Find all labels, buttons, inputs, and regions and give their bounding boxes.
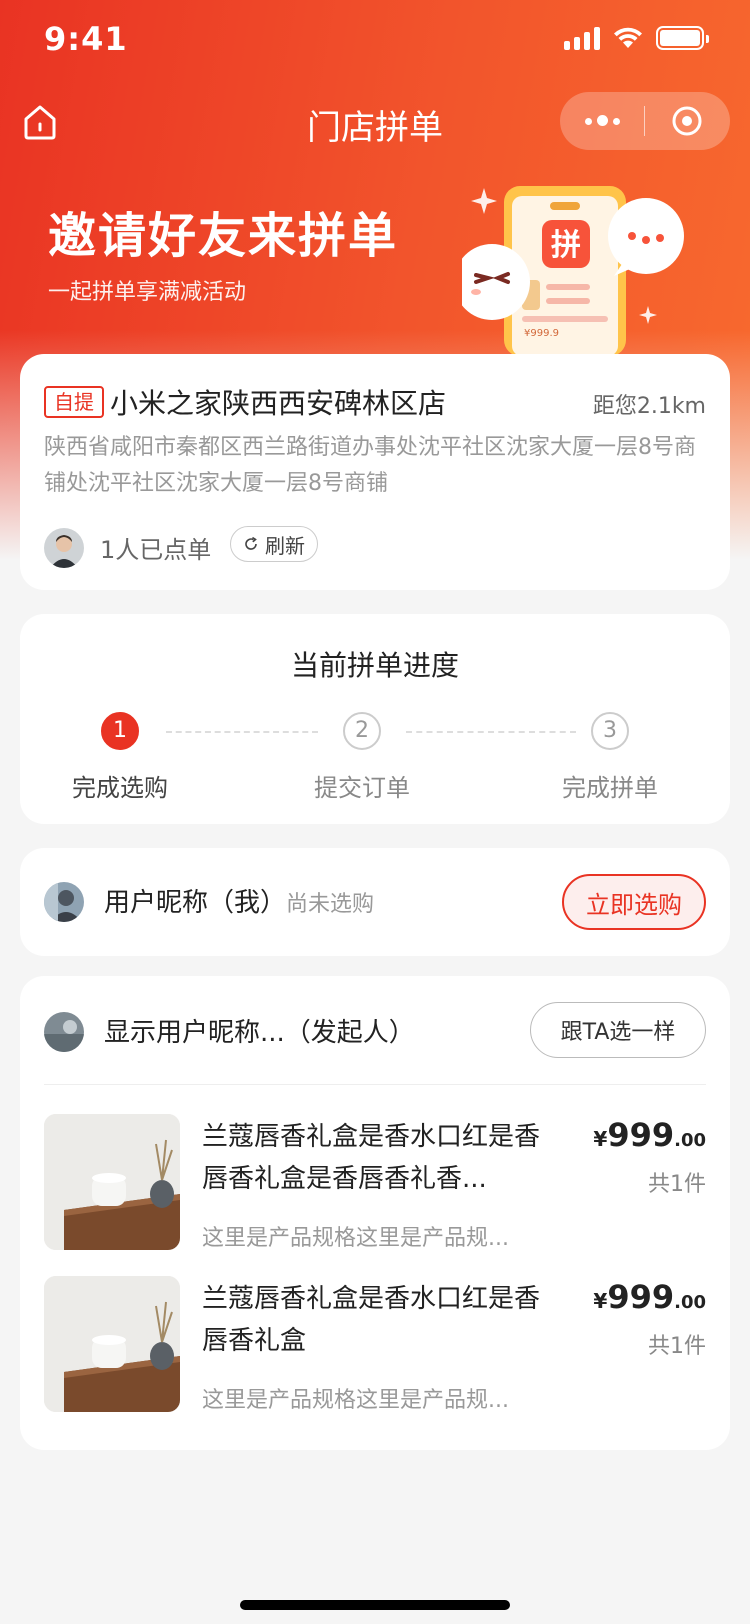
product-spec: 这里是产品规格这里是产品规... [202,1226,509,1251]
avatar [44,528,84,568]
illustration-badge: 拼 [551,228,581,263]
avatar [44,1012,84,1052]
price-integer: 999 [607,1278,675,1316]
product-price: ¥999.00 [593,1116,706,1154]
step-1: 1 完成选购 [20,712,220,803]
close-target-icon [672,106,702,136]
my-order-card: 用户昵称（我） 尚未选购 立即选购 [20,848,730,956]
battery-icon [656,26,709,50]
home-indicator [240,1600,510,1610]
banner-title: 邀请好友来拼单 [48,208,399,264]
illustration-price: ¥999.9 [524,328,559,339]
progress-title: 当前拼单进度 [290,649,459,682]
my-status: 尚未选购 [286,892,375,917]
follow-same-button[interactable]: 跟TA选一样 [530,1002,706,1058]
close-button[interactable] [645,104,729,138]
group-buy-illustration: 拼 ¥999.9 [462,186,684,356]
banner-subtitle: 一起拼单享满减活动 [48,280,247,305]
store-name: 小米之家陕西西安碑林区店 [110,387,447,420]
step-number: 1 [101,712,139,750]
mini-program-capsule [560,92,730,150]
price-symbol: ¥ [593,1127,608,1151]
status-icons [564,26,709,50]
step-label: 完成选购 [72,774,168,802]
progress-card: 当前拼单进度 1 完成选购 2 提交订单 3 完成拼单 [20,614,730,824]
product-image [44,1276,180,1412]
product-item[interactable]: 兰蔻唇香礼盒是香水口红是香唇香礼盒 这里是产品规格这里是产品规... ¥999.… [44,1276,706,1416]
step-label: 提交订单 [314,774,410,802]
more-button[interactable] [560,114,644,126]
price-decimal: .00 [674,1292,706,1313]
select-now-button[interactable]: 立即选购 [562,874,706,930]
status-time: 9:41 [44,20,128,58]
step-3: 3 完成拼单 [510,712,710,803]
step-number: 2 [343,712,381,750]
nav-bar: 门店拼单 [0,88,750,156]
store-card: 自提 小米之家陕西西安碑林区店 距您2.1km 陕西省咸阳市秦都区西兰路街道办事… [20,354,730,590]
price-decimal: .00 [674,1130,706,1151]
step-label: 完成拼单 [562,774,658,802]
refresh-button[interactable]: 刷新 [230,526,318,562]
signal-icon [564,26,600,50]
price-symbol: ¥ [593,1289,608,1313]
more-dots-icon [584,114,620,126]
product-image [44,1114,180,1250]
wifi-icon [614,27,642,48]
product-name: 兰蔻唇香礼盒是香水口红是香唇香礼盒 [202,1284,541,1356]
store-distance: 距您2.1km [592,394,706,419]
product-item[interactable]: 兰蔻唇香礼盒是香水口红是香唇香礼盒是香唇香礼香... 这里是产品规格这里是产品规… [44,1114,706,1254]
my-nickname: 用户昵称（我） [104,888,287,918]
refresh-label: 刷新 [265,533,305,558]
product-price: ¥999.00 [593,1278,706,1316]
step-2: 2 提交订单 [262,712,462,803]
product-quantity: 共1件 [648,1172,706,1197]
product-spec: 这里是产品规格这里是产品规... [202,1388,509,1413]
refresh-icon [245,536,257,550]
host-nickname: 显示用户昵称...（发起人） [104,1018,415,1048]
step-number: 3 [591,712,629,750]
price-integer: 999 [607,1116,675,1154]
pickup-tag: 自提 [44,386,104,418]
store-address: 陕西省咸阳市秦都区西兰路街道办事处沈平社区沈家大厦一层8号商铺处沈平社区沈家大厦… [44,435,696,496]
product-name: 兰蔻唇香礼盒是香水口红是香唇香礼盒是香唇香礼香... [202,1122,541,1194]
order-count: 1人已点单 [100,536,212,564]
divider [44,1084,706,1085]
status-bar: 9:41 [0,0,750,88]
avatar [44,882,84,922]
group-order-card: 显示用户昵称...（发起人） 跟TA选一样 兰蔻唇香礼盒是香水口红是香唇香礼盒是… [20,976,730,1450]
product-quantity: 共1件 [648,1334,706,1359]
